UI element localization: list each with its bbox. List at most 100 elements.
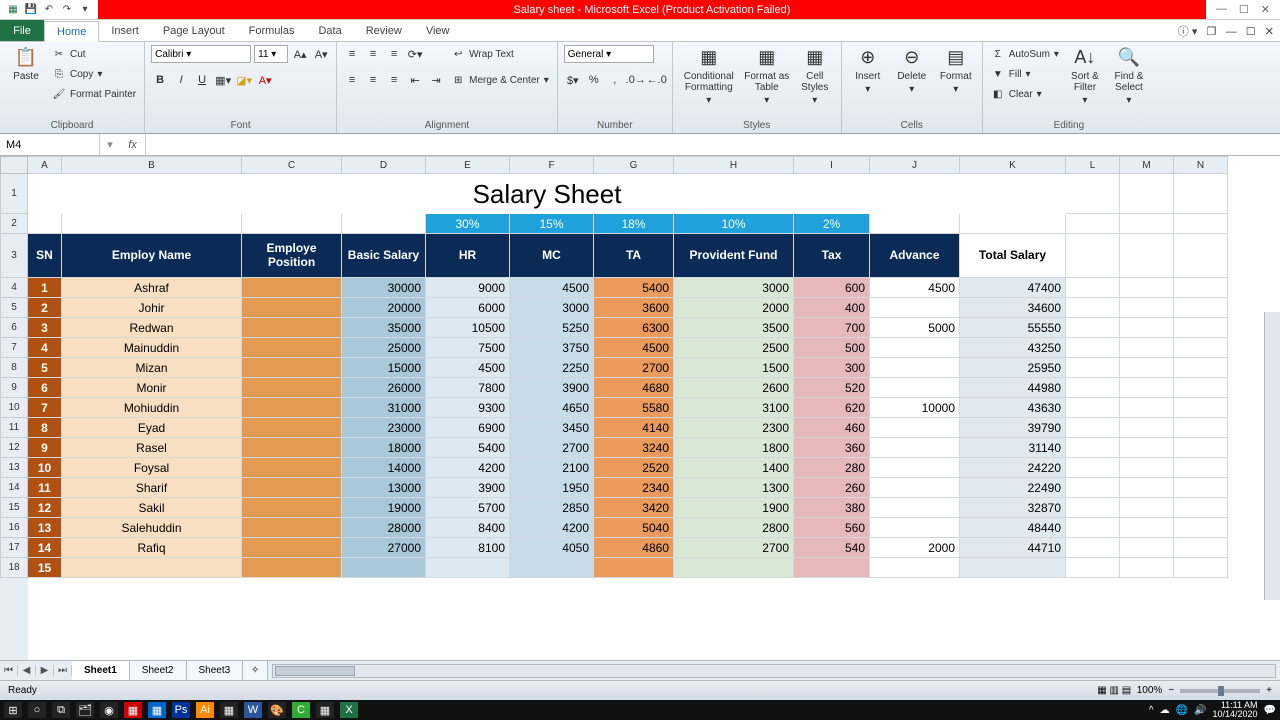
cell-ta[interactable]: 4140 bbox=[594, 418, 674, 438]
cell-hr[interactable]: 3900 bbox=[426, 478, 510, 498]
tab-review[interactable]: Review bbox=[354, 20, 414, 41]
col-header[interactable]: H bbox=[674, 156, 794, 174]
cell-basic[interactable]: 15000 bbox=[342, 358, 426, 378]
underline-button[interactable]: U bbox=[193, 71, 211, 89]
cell-name[interactable]: Foysal bbox=[62, 458, 242, 478]
cell-total[interactable]: 44710 bbox=[960, 538, 1066, 558]
cell-basic[interactable]: 31000 bbox=[342, 398, 426, 418]
format-painter-button[interactable]: 🖌Format Painter bbox=[50, 85, 138, 103]
cell-position[interactable] bbox=[242, 478, 342, 498]
cell-tax[interactable]: 380 bbox=[794, 498, 870, 518]
align-left-icon[interactable]: ≡ bbox=[343, 71, 361, 89]
col-header[interactable]: K bbox=[960, 156, 1066, 174]
cell-tax[interactable]: 620 bbox=[794, 398, 870, 418]
paste-button[interactable]: 📋Paste bbox=[6, 45, 46, 82]
cell-sn[interactable]: 1 bbox=[28, 278, 62, 298]
increase-decimal-icon[interactable]: .0→ bbox=[627, 71, 645, 89]
cell-ta[interactable]: 2700 bbox=[594, 358, 674, 378]
cell-sn[interactable]: 15 bbox=[28, 558, 62, 578]
cell-tax[interactable]: 280 bbox=[794, 458, 870, 478]
qat-dropdown-icon[interactable]: ▾ bbox=[78, 3, 92, 17]
cell-ta[interactable]: 6300 bbox=[594, 318, 674, 338]
save-icon[interactable]: 💾 bbox=[24, 3, 38, 17]
cell-advance[interactable] bbox=[870, 518, 960, 538]
number-format-combo[interactable]: General ▾ bbox=[564, 45, 654, 63]
copy-button[interactable]: ⎘Copy ▾ bbox=[50, 65, 138, 83]
file-tab[interactable]: File bbox=[0, 20, 44, 41]
cell-hr[interactable]: 9000 bbox=[426, 278, 510, 298]
tab-view[interactable]: View bbox=[414, 20, 462, 41]
view-normal-icon[interactable]: ▦ bbox=[1097, 685, 1106, 696]
cell-pf[interactable]: 3000 bbox=[674, 278, 794, 298]
cut-button[interactable]: ✂Cut bbox=[50, 45, 138, 63]
zoom-control[interactable]: 100% − + bbox=[1137, 685, 1272, 696]
word-icon[interactable]: W bbox=[244, 702, 262, 718]
cell-total[interactable]: 43630 bbox=[960, 398, 1066, 418]
volume-icon[interactable]: 🔊 bbox=[1194, 705, 1206, 716]
cell-name[interactable]: Ashraf bbox=[62, 278, 242, 298]
cell-pf[interactable]: 2300 bbox=[674, 418, 794, 438]
delete-cells-button[interactable]: ⊖Delete▾ bbox=[892, 45, 932, 95]
pct-pf[interactable]: 10% bbox=[674, 214, 794, 234]
cell-mc[interactable]: 4050 bbox=[510, 538, 594, 558]
cell-hr[interactable]: 10500 bbox=[426, 318, 510, 338]
hdr-name[interactable]: Employ Name bbox=[62, 234, 242, 278]
cell-sn[interactable]: 9 bbox=[28, 438, 62, 458]
align-middle-icon[interactable]: ≡ bbox=[364, 45, 382, 63]
cell-tax[interactable]: 400 bbox=[794, 298, 870, 318]
conditional-formatting-button[interactable]: ▦Conditional Formatting▾ bbox=[679, 45, 739, 106]
tab-home[interactable]: Home bbox=[44, 21, 99, 42]
cell-total[interactable]: 39790 bbox=[960, 418, 1066, 438]
cell-hr[interactable]: 8100 bbox=[426, 538, 510, 558]
cell-pf[interactable]: 2700 bbox=[674, 538, 794, 558]
col-header[interactable]: N bbox=[1174, 156, 1228, 174]
vertical-scrollbar[interactable] bbox=[1264, 312, 1280, 600]
hdr-pos[interactable]: Employe Position bbox=[242, 234, 342, 278]
cell-sn[interactable]: 4 bbox=[28, 338, 62, 358]
cell-total[interactable]: 32870 bbox=[960, 498, 1066, 518]
app-icon[interactable]: ▦ bbox=[316, 702, 334, 718]
cell-basic[interactable]: 25000 bbox=[342, 338, 426, 358]
spreadsheet-grid[interactable]: 1 2 3 4567891011121314151617 18 A B C D … bbox=[0, 156, 1280, 660]
col-header[interactable]: L bbox=[1066, 156, 1120, 174]
cell-total[interactable]: 55550 bbox=[960, 318, 1066, 338]
cell-position[interactable] bbox=[242, 338, 342, 358]
zoom-in-icon[interactable]: + bbox=[1266, 685, 1272, 696]
cell-tax[interactable]: 600 bbox=[794, 278, 870, 298]
cell-hr[interactable]: 5700 bbox=[426, 498, 510, 518]
decrease-indent-icon[interactable]: ⇤ bbox=[406, 71, 424, 89]
cell-advance[interactable] bbox=[870, 418, 960, 438]
sheet-tab-3[interactable]: Sheet3 bbox=[187, 661, 244, 680]
cell-position[interactable] bbox=[242, 398, 342, 418]
task-view-icon[interactable]: ⧉ bbox=[52, 702, 70, 718]
cell-basic[interactable]: 18000 bbox=[342, 438, 426, 458]
cell-advance[interactable] bbox=[870, 338, 960, 358]
cell-sn[interactable]: 11 bbox=[28, 478, 62, 498]
cell-name[interactable]: Sakil bbox=[62, 498, 242, 518]
cell-hr[interactable]: 6000 bbox=[426, 298, 510, 318]
orientation-icon[interactable]: ⟳▾ bbox=[406, 45, 424, 63]
pct-mc[interactable]: 15% bbox=[510, 214, 594, 234]
app-icon[interactable]: C bbox=[292, 702, 310, 718]
cell-mc[interactable]: 4500 bbox=[510, 278, 594, 298]
row-header[interactable]: 9 bbox=[0, 378, 28, 398]
tab-page-layout[interactable]: Page Layout bbox=[151, 20, 237, 41]
tab-insert[interactable]: Insert bbox=[99, 20, 151, 41]
sheet-nav-first[interactable]: ⏮ bbox=[0, 665, 18, 676]
view-layout-icon[interactable]: ▥ bbox=[1109, 685, 1118, 696]
cell-hr[interactable]: 7500 bbox=[426, 338, 510, 358]
cell-mc[interactable]: 2850 bbox=[510, 498, 594, 518]
col-header[interactable]: F bbox=[510, 156, 594, 174]
system-tray[interactable]: ^ ☁ 🌐 🔊 11:11 AM10/14/2020 💬 bbox=[1149, 701, 1276, 719]
row-header[interactable]: 7 bbox=[0, 338, 28, 358]
cell-tax[interactable]: 540 bbox=[794, 538, 870, 558]
cell-advance[interactable]: 4500 bbox=[870, 278, 960, 298]
cell-position[interactable] bbox=[242, 458, 342, 478]
comma-icon[interactable]: , bbox=[606, 71, 624, 89]
formula-input[interactable] bbox=[146, 134, 1280, 155]
onedrive-icon[interactable]: ☁ bbox=[1160, 705, 1170, 716]
cell-name[interactable]: Mainuddin bbox=[62, 338, 242, 358]
cell-position[interactable] bbox=[242, 518, 342, 538]
hdr-total[interactable]: Total Salary bbox=[960, 234, 1066, 278]
col-header[interactable]: E bbox=[426, 156, 510, 174]
